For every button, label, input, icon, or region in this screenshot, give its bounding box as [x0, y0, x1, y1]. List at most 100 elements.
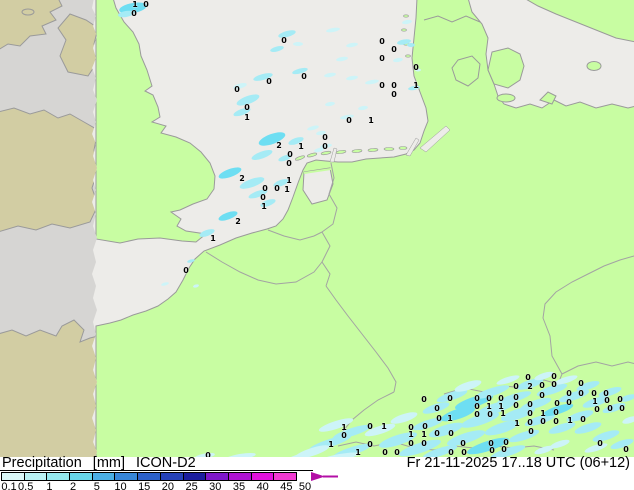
- precip-value-marker: 0: [379, 37, 385, 46]
- precip-value-marker: 0: [394, 448, 400, 457]
- precip-value-marker: 0: [346, 116, 352, 125]
- precip-patch: [293, 42, 303, 46]
- colorbar-tick-label: 1: [46, 481, 53, 490]
- precip-value-marker: 1: [567, 416, 573, 425]
- precip-value-marker: 0: [553, 408, 559, 417]
- precip-value-marker: 0: [421, 395, 427, 404]
- colorbar-segment: [273, 472, 297, 481]
- precip-value-marker: 0: [619, 404, 625, 413]
- precip-value-marker: 0: [594, 405, 600, 414]
- precip-value-marker: 0: [234, 85, 240, 94]
- precip-value-marker: 0: [408, 439, 414, 448]
- precip-value-marker: 1: [328, 440, 334, 449]
- legend-title: Precipitation: [2, 455, 82, 471]
- bornholm-island: [586, 61, 602, 71]
- precip-value-marker: 0: [131, 9, 137, 18]
- colorbar-segment: [69, 472, 93, 481]
- colorbar-tick-label: 15: [138, 481, 151, 490]
- precip-value-marker: 2: [235, 217, 241, 226]
- precip-value-marker: 0: [578, 379, 584, 388]
- precip-value-marker: 1: [286, 176, 292, 185]
- precip-value-marker: 1: [514, 419, 520, 428]
- precip-value-marker: 1: [284, 185, 290, 194]
- precip-value-marker: 0: [580, 415, 586, 424]
- colorbar-tick-label: 25: [185, 481, 198, 490]
- precip-value-marker: 1: [244, 113, 250, 122]
- precip-value-marker: 0: [597, 439, 603, 448]
- precip-value-marker: 0: [487, 410, 493, 419]
- colorbar-tick-label: 0.1: [1, 481, 17, 490]
- colorbar-tick-label: 2: [70, 481, 77, 490]
- colorbar-tick-label: 50: [298, 481, 312, 490]
- precip-value-marker: 0: [183, 266, 189, 275]
- precip-value-marker: 1: [447, 414, 453, 423]
- precip-value-marker: 0: [391, 45, 397, 54]
- colorbar-segment: [91, 472, 116, 481]
- precip-value-marker: 0: [554, 399, 560, 408]
- precip-value-marker: 0: [244, 103, 250, 112]
- precip-value-marker: 0: [322, 133, 328, 142]
- precip-value-marker: 0: [539, 381, 545, 390]
- colorbar-tick-label: 45: [280, 481, 293, 490]
- precip-value-marker: 0: [578, 389, 584, 398]
- precip-value-marker: 0: [539, 391, 545, 400]
- colorbar-segment: [23, 472, 48, 481]
- precip-value-marker: 0: [379, 81, 385, 90]
- precip-value-marker: 0: [528, 427, 534, 436]
- timestamp: Fr 21-11-2025 17..18 UTC (06+12): [406, 455, 630, 471]
- precip-value-marker: 0: [617, 395, 623, 404]
- precip-value-marker: 0: [527, 409, 533, 418]
- precip-value-marker: 0: [382, 448, 388, 457]
- precip-value-marker: 0: [266, 77, 272, 86]
- precip-value-marker: 0: [262, 184, 268, 193]
- precip-value-marker: 1: [261, 202, 267, 211]
- precip-value-marker: 0: [260, 193, 266, 202]
- precip-value-marker: 1: [368, 116, 374, 125]
- precip-value-marker: 0: [513, 382, 519, 391]
- precip-value-marker: 1: [381, 422, 387, 431]
- precip-value-marker: 1: [408, 430, 414, 439]
- colorbar-segment: [250, 472, 275, 481]
- precip-value-marker: 0: [287, 150, 293, 159]
- colorbar-segment: [227, 472, 252, 481]
- precip-value-marker: 0: [436, 414, 442, 423]
- colorbar-tick-label: 10: [114, 481, 127, 490]
- precip-value-marker: 0: [513, 401, 519, 410]
- precip-value-marker: 0: [489, 446, 495, 455]
- precip-value-marker: 2: [276, 141, 282, 150]
- precip-value-marker: 0: [341, 431, 347, 440]
- legend-model: ICON-D2: [136, 455, 196, 471]
- colorbar: [1, 472, 297, 481]
- colorbar-tick-label: 0.5: [18, 481, 34, 490]
- precip-value-marker: 0: [623, 445, 629, 454]
- precip-value-marker: 1: [355, 448, 361, 457]
- precip-value-marker: 0: [527, 418, 533, 427]
- precip-value-marker: 0: [527, 400, 533, 409]
- precip-value-marker: 0: [274, 184, 280, 193]
- precip-value-marker: 0: [413, 63, 419, 72]
- precipitation-map: 1 000000012 1002 10 0 1012100000 0 100 100000 000…: [0, 0, 634, 458]
- precip-value-marker: 0: [322, 142, 328, 151]
- colorbar-segment: [205, 472, 229, 481]
- legend-header: Precipitation [mm] ICON-D2 Fr 21-11-2025…: [2, 455, 632, 471]
- colorbar-segment: [137, 472, 161, 481]
- precip-value-marker: 0: [434, 404, 440, 413]
- precip-value-marker: 0: [553, 417, 559, 426]
- precip-value-marker: 0: [607, 404, 613, 413]
- precip-value-marker: 2: [527, 382, 533, 391]
- colorbar-segment: [114, 472, 139, 481]
- precip-value-marker: 2: [239, 174, 245, 183]
- precip-value-marker: 1: [421, 430, 427, 439]
- colorbar-segment: [46, 472, 71, 481]
- precip-value-marker: 0: [301, 72, 307, 81]
- precip-value-marker: 0: [448, 429, 454, 438]
- precip-value-marker: 0: [501, 445, 507, 454]
- precip-value-marker: 1: [413, 81, 419, 90]
- precip-value-marker: 0: [379, 54, 385, 63]
- colorbar-tick-label: 35: [232, 481, 246, 490]
- precip-value-marker: 0: [286, 159, 292, 168]
- precip-value-marker: 0: [367, 422, 373, 431]
- legend: Precipitation [mm] ICON-D2 Fr 21-11-2025…: [0, 455, 634, 490]
- precip-value-marker: 0: [391, 81, 397, 90]
- colorbar-segment: [159, 472, 184, 481]
